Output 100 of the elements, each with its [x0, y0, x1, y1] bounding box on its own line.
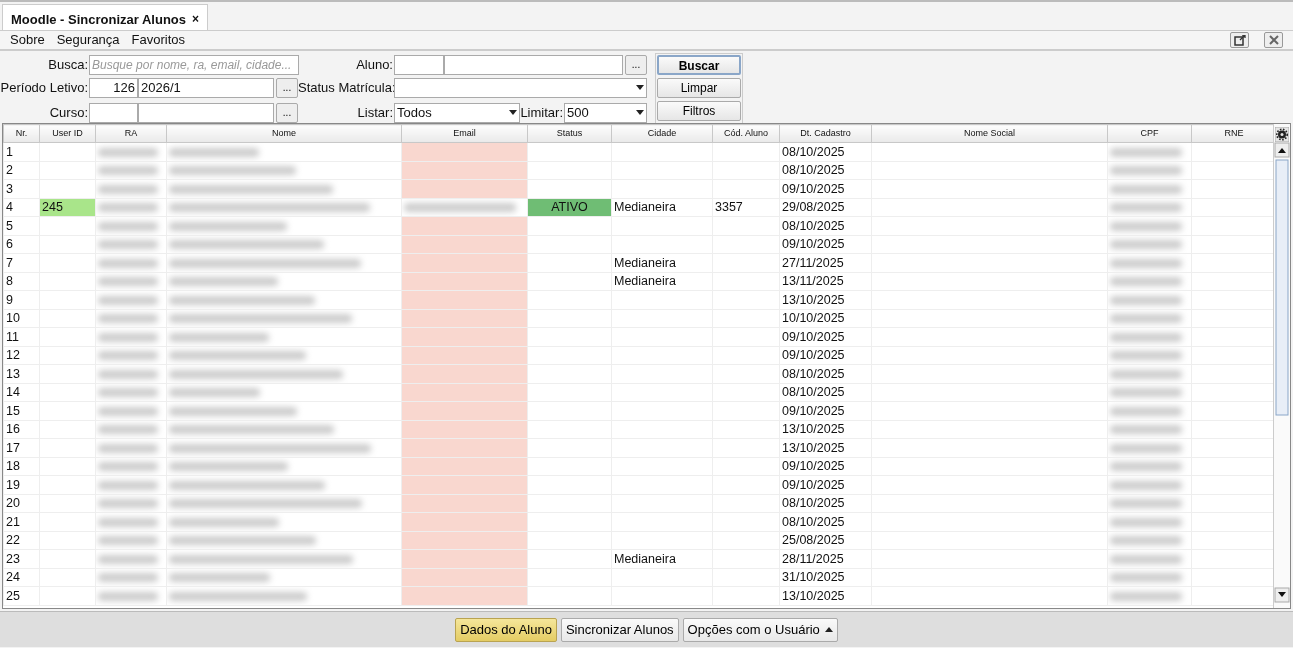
- scrollbar[interactable]: [1273, 124, 1290, 608]
- toolbar-button[interactable]: Dados do Aluno: [455, 617, 557, 642]
- blurred-text: [98, 295, 158, 305]
- table-cell: 12: [3, 346, 40, 365]
- blurred-text: [1110, 536, 1182, 546]
- column-header[interactable]: Cidade: [611, 124, 713, 143]
- blurred-text: [1110, 369, 1182, 379]
- menu-item[interactable]: Sobre: [10, 30, 45, 50]
- blurred-text: [98, 147, 158, 157]
- table-cell: 09/10/2025: [779, 327, 872, 346]
- toolbar-button[interactable]: Sincronizar Alunos: [560, 617, 679, 642]
- blurred-text: [98, 351, 158, 361]
- table-cell: 25: [3, 586, 40, 605]
- field-label: Status Matrícula:: [298, 78, 394, 97]
- lookup-button[interactable]: ...: [276, 102, 298, 123]
- table-cell: 10/10/2025: [779, 309, 872, 328]
- table-cell: 09/10/2025: [779, 235, 872, 254]
- dropdown[interactable]: Todos: [394, 102, 520, 123]
- table-cell: 09/10/2025: [779, 401, 872, 420]
- column-header[interactable]: CPF: [1107, 124, 1192, 143]
- column-header[interactable]: Nr.: [3, 124, 40, 143]
- table-cell: 11: [3, 327, 40, 346]
- table-cell: 19: [3, 475, 40, 494]
- table-cell: Medianeira: [611, 272, 713, 291]
- blurred-text: [98, 499, 158, 509]
- field-label: Limitar:: [520, 103, 564, 122]
- table-cell: 27/11/2025: [779, 253, 872, 272]
- column-header[interactable]: Dt. Cadastro: [779, 124, 872, 143]
- table-cell: 22: [3, 531, 40, 550]
- blurred-text: [1110, 258, 1182, 268]
- field-label: Período Letivo:: [0, 78, 89, 97]
- table-cell: 23: [3, 549, 40, 568]
- blurred-text: [1110, 166, 1182, 176]
- blurred-text: [1110, 147, 1182, 157]
- table-cell: 13/10/2025: [779, 586, 872, 605]
- input-field[interactable]: [444, 54, 623, 75]
- blurred-text: [98, 573, 158, 583]
- menu-item[interactable]: Favoritos: [131, 30, 186, 50]
- column-header[interactable]: Cód. Aluno: [712, 124, 780, 143]
- lookup-button[interactable]: ...: [625, 54, 647, 75]
- table-cell: Medianeira: [611, 198, 713, 217]
- blurred-text: [1110, 499, 1182, 509]
- blurred-text: [98, 480, 158, 490]
- table-cell: 5: [3, 216, 40, 235]
- dropdown-arrow-icon: [509, 110, 517, 115]
- blurred-text: [98, 277, 158, 287]
- detach-button[interactable]: [1230, 32, 1249, 48]
- input-field[interactable]: 126: [89, 77, 138, 98]
- input-field[interactable]: [138, 102, 274, 123]
- column-header[interactable]: Status: [527, 124, 612, 143]
- blurred-text: [1110, 295, 1182, 305]
- blurred-text: [1110, 573, 1182, 583]
- blurred-text: [1110, 425, 1182, 435]
- dropdown-arrow-icon: [636, 110, 644, 115]
- table-cell: 28/11/2025: [779, 549, 872, 568]
- table-cell: 13/11/2025: [779, 272, 872, 291]
- input-field[interactable]: [89, 102, 138, 123]
- blurred-text: [98, 332, 158, 342]
- column-header[interactable]: Nome Social: [871, 124, 1108, 143]
- table-cell: 10: [3, 309, 40, 328]
- table-cell: 7: [3, 253, 40, 272]
- input-field[interactable]: 2026/1: [138, 77, 274, 98]
- column-header[interactable]: Nome: [166, 124, 402, 143]
- table-cell: 29/08/2025: [779, 198, 872, 217]
- blurred-text: [1110, 591, 1182, 601]
- tab-close-button[interactable]: ×: [192, 10, 200, 30]
- table-cell: 08/10/2025: [779, 142, 872, 161]
- close-button[interactable]: [1264, 32, 1283, 48]
- table-cell: 08/10/2025: [779, 161, 872, 180]
- table-cell: 09/10/2025: [779, 179, 872, 198]
- table-cell: 31/10/2025: [779, 568, 872, 587]
- dropdown[interactable]: [394, 77, 647, 98]
- input-field[interactable]: [394, 54, 444, 75]
- blurred-text: [98, 388, 158, 398]
- column-header[interactable]: Email: [401, 124, 528, 143]
- window-icon: [1233, 34, 1246, 46]
- action-button[interactable]: Limpar: [657, 78, 741, 98]
- table-cell: 08/10/2025: [779, 216, 872, 235]
- blurred-text: [98, 240, 158, 250]
- action-button[interactable]: Filtros: [657, 101, 741, 121]
- settings-icon[interactable]: [1275, 127, 1289, 143]
- table-cell: 1: [3, 142, 40, 161]
- column-header[interactable]: RA: [95, 124, 167, 143]
- tab[interactable]: Moodle - Sincronizar Alunos ×: [2, 4, 209, 30]
- table-cell: 3357: [712, 198, 780, 217]
- dropdown[interactable]: 500: [564, 102, 647, 123]
- toolbar-button[interactable]: Opções com o Usuário: [682, 617, 838, 642]
- menu-item[interactable]: Segurança: [56, 30, 120, 50]
- table-cell: 9: [3, 290, 40, 309]
- table-cell: 16: [3, 420, 40, 439]
- blurred-text: [1110, 388, 1182, 398]
- table-cell: 6: [3, 235, 40, 254]
- lookup-button[interactable]: ...: [276, 77, 298, 98]
- blurred-text: [1110, 554, 1182, 564]
- blurred-text: [98, 314, 158, 324]
- blurred-text: [1110, 184, 1182, 194]
- blurred-text: [98, 184, 158, 194]
- table-cell: 09/10/2025: [779, 457, 872, 476]
- column-header[interactable]: User ID: [39, 124, 96, 143]
- action-button[interactable]: Buscar: [657, 55, 741, 75]
